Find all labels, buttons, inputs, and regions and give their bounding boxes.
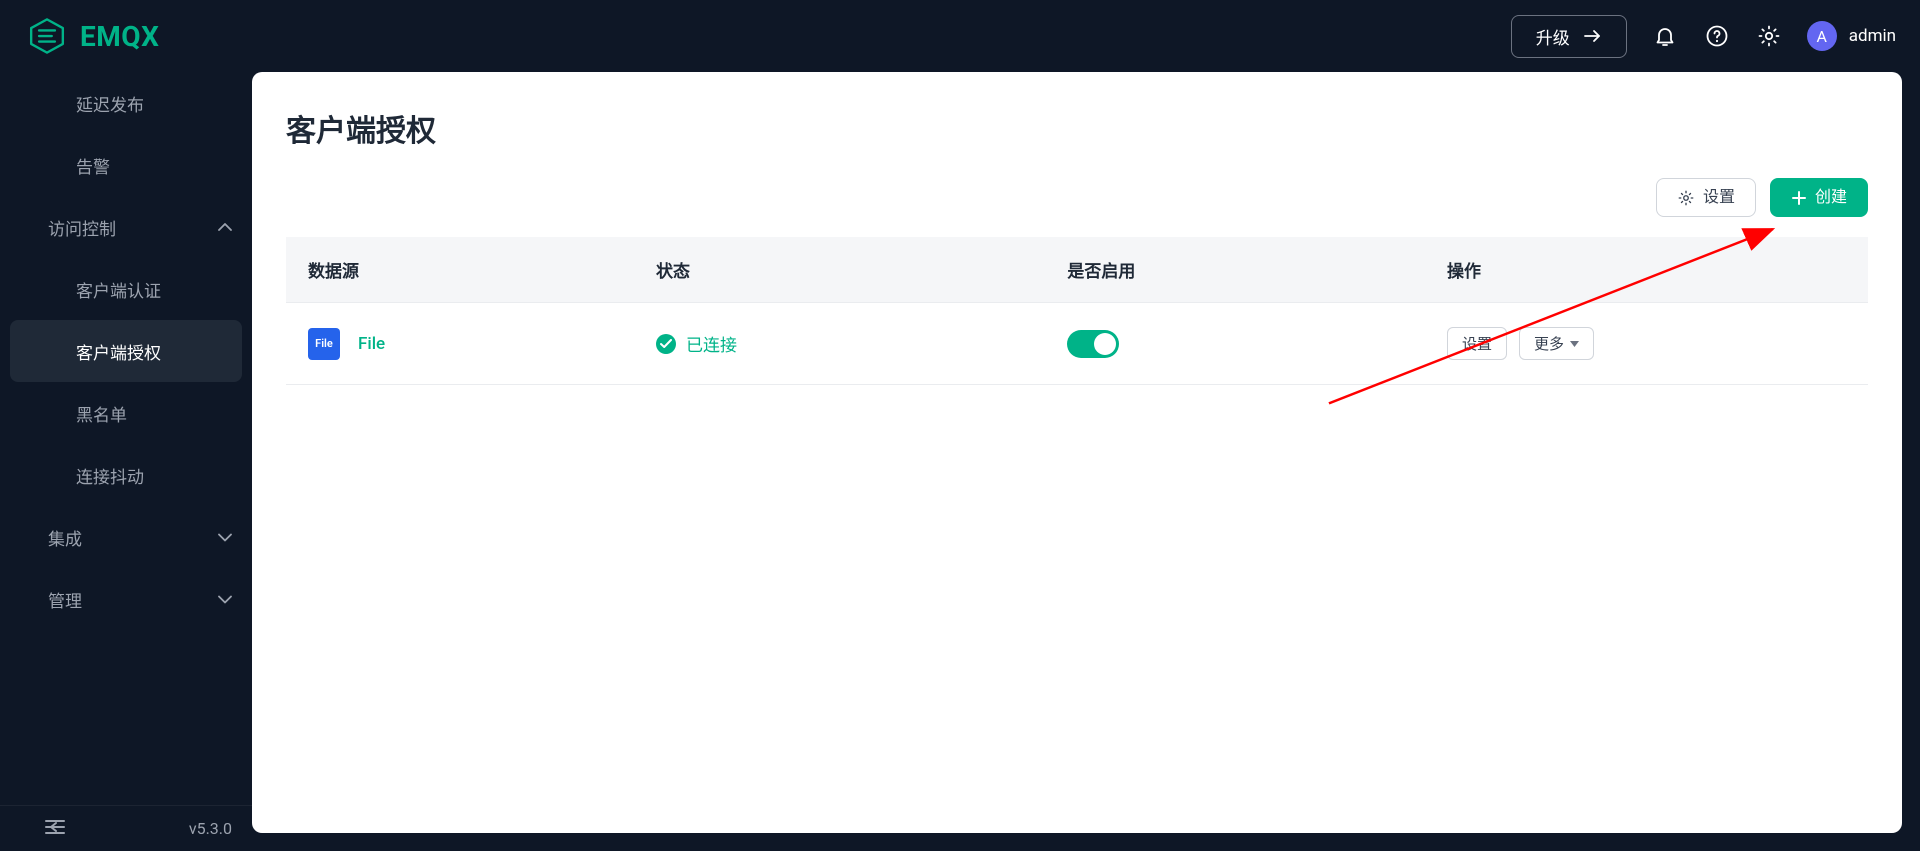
settings-button[interactable]: 设置 [1656,178,1756,217]
status-text: 已连接 [686,331,737,356]
sidebar-item-label: 告警 [76,153,110,178]
file-icon: File [308,328,340,360]
table-header-row: 数据源 状态 是否启用 操作 [286,237,1868,303]
sidebar-item-label: 黑名单 [76,401,127,426]
sidebar-item-client-auth[interactable]: 客户端认证 [0,258,252,320]
plus-icon [1791,190,1807,206]
sidebar-item-integration[interactable]: 集成 [0,506,252,568]
version-text: v5.3.0 [189,819,232,838]
help-button[interactable] [1703,22,1731,50]
create-button-label: 创建 [1815,188,1847,207]
sidebar-item-alarm[interactable]: 告警 [0,134,252,196]
sidebar-item-blacklist[interactable]: 黑名单 [0,382,252,444]
row-settings-label: 设置 [1462,333,1492,354]
page-title: 客户端授权 [286,106,1868,150]
gear-icon [1677,189,1695,207]
col-status: 状态 [634,237,1045,303]
datasource-cell: File File [308,328,612,360]
table-row: File File 已连接 [286,303,1868,385]
sidebar-footer: v5.3.0 [0,805,252,851]
datasource-name-link[interactable]: File [358,334,385,354]
row-more-button[interactable]: 更多 [1519,327,1594,360]
upgrade-label: 升级 [1536,24,1570,49]
bell-icon [1653,24,1677,48]
emqx-logo-icon [28,17,66,55]
create-button[interactable]: 创建 [1770,178,1868,217]
collapse-icon [44,818,66,836]
panel: 客户端授权 设置 创建 [252,72,1902,833]
sidebar-item-delayed-publish[interactable]: 延迟发布 [0,72,252,134]
sidebar-item-label: 集成 [48,525,82,550]
row-actions: 设置 更多 [1447,327,1846,360]
username: admin [1849,26,1896,46]
help-icon [1705,24,1729,48]
sidebar-item-label: 连接抖动 [76,463,144,488]
sidebar-item-label: 客户端授权 [76,339,161,364]
check-circle-icon [656,334,676,354]
sidebar-item-label: 管理 [48,587,82,612]
enable-toggle[interactable] [1067,330,1119,358]
status-cell: 已连接 [656,331,1023,356]
settings-icon-button[interactable] [1755,22,1783,50]
sidebar-item-flapping[interactable]: 连接抖动 [0,444,252,506]
caret-down-icon [1570,341,1579,347]
col-enabled: 是否启用 [1045,237,1425,303]
sidebar-item-label: 延迟发布 [76,91,144,116]
brand-text: EMQX [80,20,159,53]
col-source: 数据源 [286,237,634,303]
authz-table: 数据源 状态 是否启用 操作 File File [286,237,1868,385]
sidebar-item-label: 访问控制 [48,215,116,240]
chevron-up-icon [218,217,232,237]
sidebar: 延迟发布 告警 访问控制 客户端认证 客户端授权 [0,72,252,851]
chevron-down-icon [218,527,232,547]
avatar: A [1807,21,1837,51]
toolbar: 设置 创建 [286,178,1868,217]
settings-button-label: 设置 [1703,188,1735,207]
upgrade-button[interactable]: 升级 [1511,15,1627,58]
toggle-knob [1094,333,1116,355]
sidebar-item-client-authorization[interactable]: 客户端授权 [10,320,242,382]
main-content: 客户端授权 设置 创建 [252,72,1920,851]
row-settings-button[interactable]: 设置 [1447,327,1507,360]
topbar: EMQX 升级 [0,0,1920,72]
row-more-label: 更多 [1534,333,1564,354]
gear-icon [1757,24,1781,48]
sidebar-item-access-control[interactable]: 访问控制 [0,196,252,258]
col-ops: 操作 [1425,237,1868,303]
sidebar-item-management[interactable]: 管理 [0,568,252,630]
sidebar-item-label: 客户端认证 [76,277,161,302]
logo[interactable]: EMQX [28,17,159,55]
arrow-right-icon [1584,29,1602,43]
user-menu[interactable]: A admin [1807,21,1896,51]
chevron-down-icon [218,589,232,609]
notifications-button[interactable] [1651,22,1679,50]
collapse-sidebar-button[interactable] [44,818,66,840]
